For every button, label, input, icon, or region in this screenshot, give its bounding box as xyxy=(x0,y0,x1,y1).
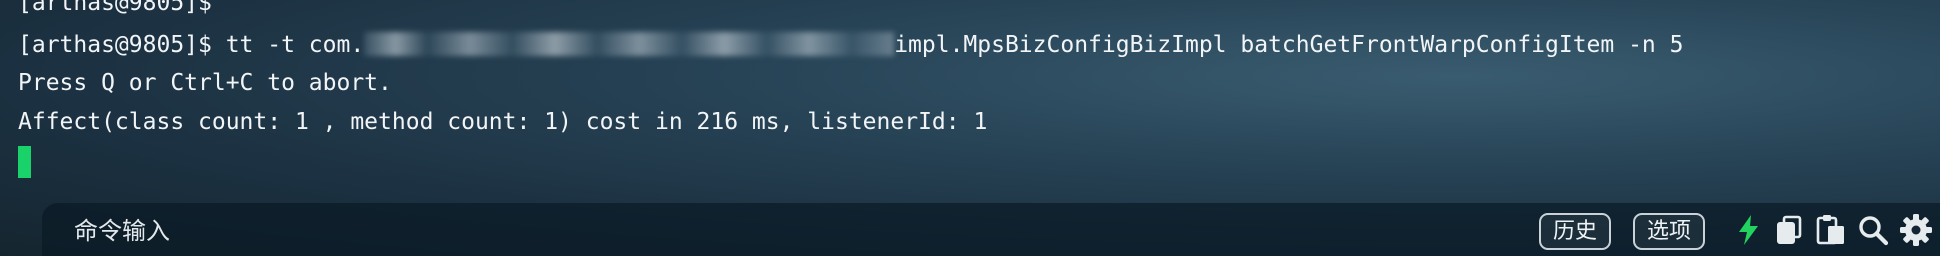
terminal-cursor xyxy=(18,146,31,178)
terminal-line-prompt: [arthas@9805]$ xyxy=(18,0,212,16)
terminal-line-abort-hint: Press Q or Ctrl+C to abort. xyxy=(18,70,392,96)
terminal-line-affect-result: Affect(class count: 1 , method count: 1)… xyxy=(18,109,988,135)
bolt-icon[interactable] xyxy=(1732,213,1766,247)
command-bar: 历史 选项 xyxy=(42,203,1940,256)
command-prefix: [arthas@9805]$ tt -t com. xyxy=(18,32,365,58)
terminal-line-command: [arthas@9805]$ tt -t com. impl.MpsBizConf… xyxy=(18,30,1683,60)
command-input[interactable] xyxy=(72,203,1536,256)
command-suffix: impl.MpsBizConfigBizImpl batchGetFrontWa… xyxy=(894,32,1684,58)
terminal-output: [arthas@9805]$ [arthas@9805]$ tt -t com.… xyxy=(0,0,1940,200)
copy-icon[interactable] xyxy=(1773,213,1807,247)
gear-icon[interactable] xyxy=(1899,213,1933,247)
options-button[interactable]: 选项 xyxy=(1633,213,1706,250)
paste-icon[interactable] xyxy=(1814,213,1848,247)
redacted-package-path xyxy=(364,32,895,56)
search-icon[interactable] xyxy=(1856,213,1890,247)
history-button[interactable]: 历史 xyxy=(1539,213,1612,250)
